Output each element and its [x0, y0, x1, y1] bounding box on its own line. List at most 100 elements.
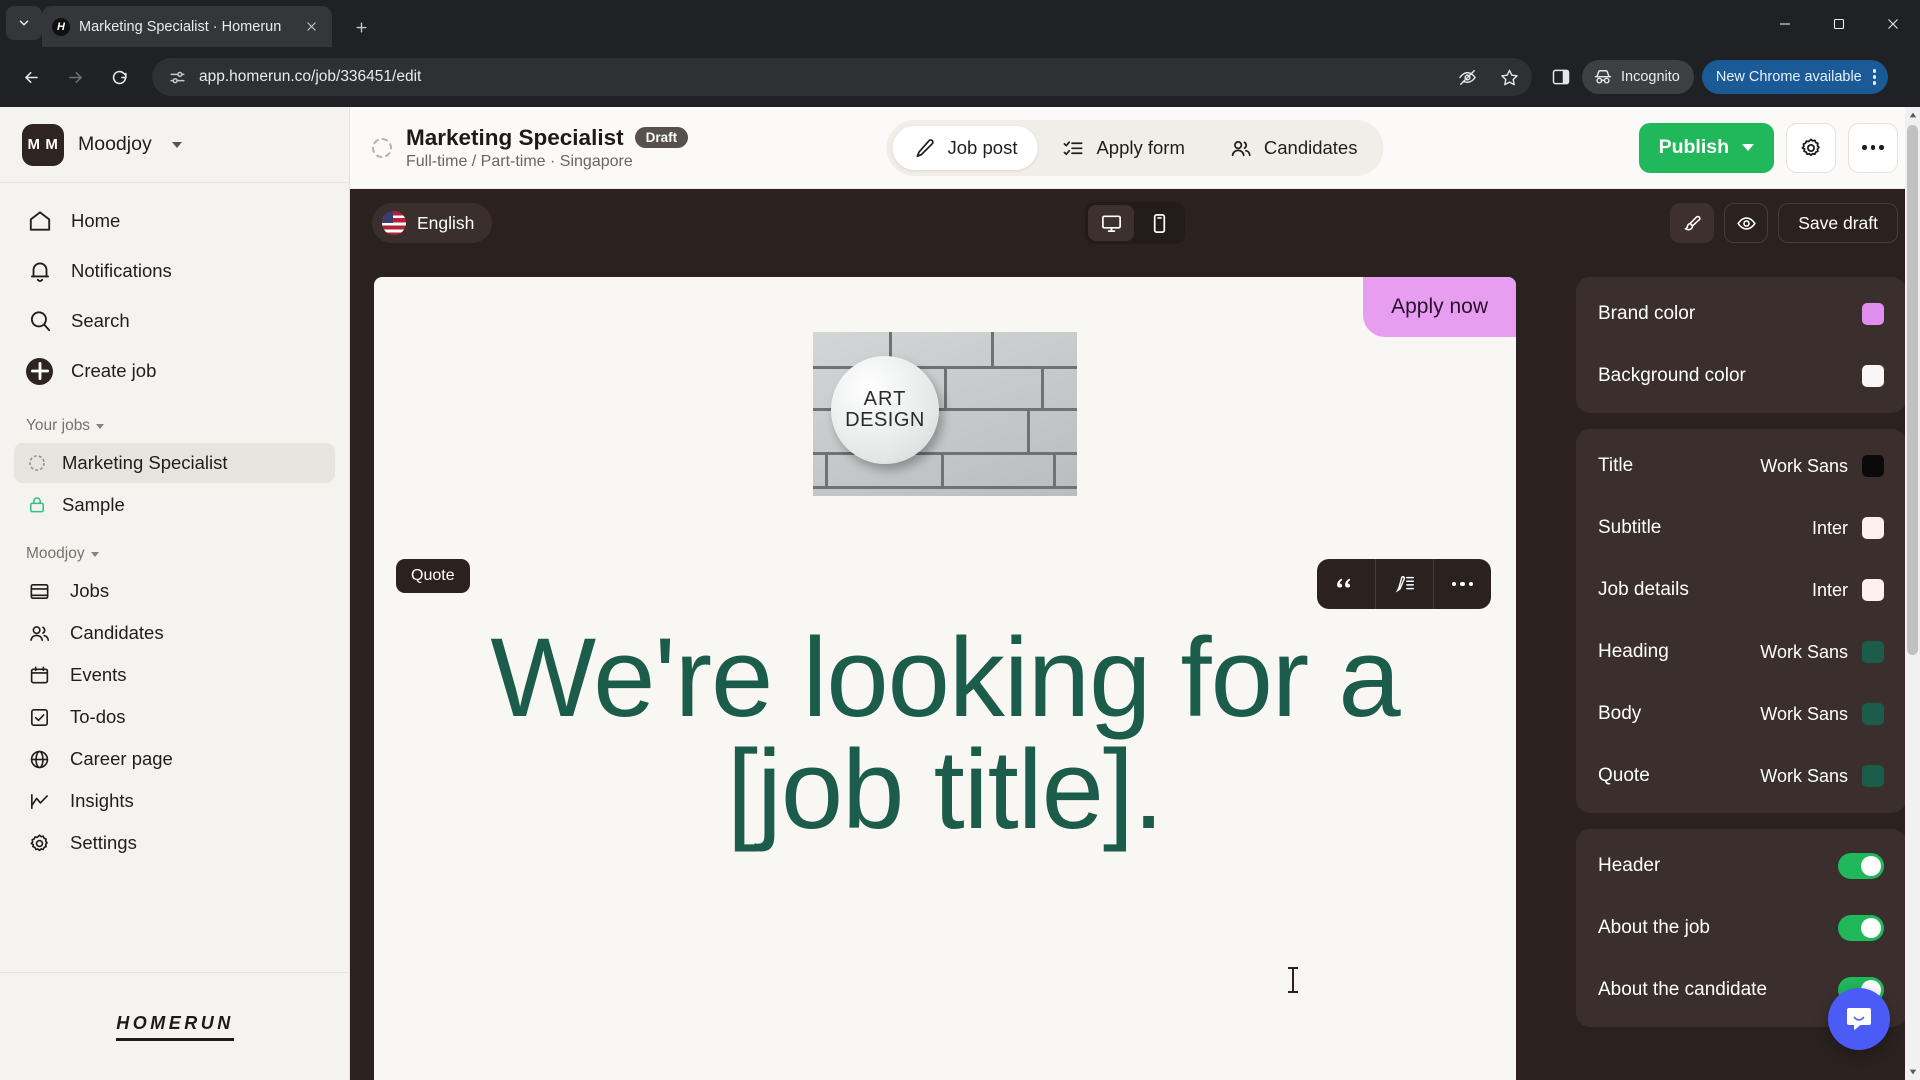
- checkbox-icon: [26, 704, 53, 731]
- ellipsis-icon: [1451, 581, 1474, 587]
- site-settings-icon[interactable]: [168, 68, 187, 87]
- org-avatar: M M: [22, 123, 64, 166]
- setting-body-font[interactable]: Body Work Sans: [1576, 683, 1906, 745]
- tab-candidates[interactable]: Candidates: [1209, 126, 1378, 170]
- desktop-preview-button[interactable]: [1088, 205, 1134, 241]
- browser-tab[interactable]: H Marketing Specialist · Homerun: [42, 6, 332, 47]
- preview-button[interactable]: [1724, 203, 1769, 243]
- board-icon: [26, 578, 53, 605]
- people-icon: [1229, 136, 1253, 160]
- sidebar-item-create-job[interactable]: Create job: [14, 349, 335, 393]
- quote-block-text[interactable]: We're looking for a [job title].: [424, 622, 1466, 846]
- chrome-update-button[interactable]: New Chrome available: [1701, 60, 1889, 94]
- page-scrollbar-thumb[interactable]: [1907, 125, 1918, 655]
- address-bar[interactable]: app.homerun.co/job/336451/edit: [152, 58, 1532, 96]
- block-type-tag: Quote: [396, 559, 470, 593]
- font-value: Inter: [1811, 517, 1848, 538]
- incognito-label: Incognito: [1621, 69, 1680, 85]
- design-settings-button[interactable]: [1670, 203, 1715, 243]
- new-tab-button[interactable]: [345, 11, 377, 43]
- publish-button[interactable]: Publish: [1638, 122, 1774, 173]
- setting-header-section[interactable]: Header: [1576, 835, 1906, 897]
- sidebar-item-events[interactable]: Events: [14, 655, 335, 695]
- ellipsis-icon: [1862, 145, 1884, 150]
- forward-button[interactable]: [58, 60, 92, 94]
- hero-image[interactable]: ART DESIGN: [813, 332, 1077, 496]
- browser-toolbar: app.homerun.co/job/336451/edit Incognito…: [0, 47, 1920, 107]
- calendar-icon: [26, 662, 53, 689]
- setting-quote-font[interactable]: Quote Work Sans: [1576, 745, 1906, 807]
- setting-brand-color[interactable]: Brand color: [1576, 283, 1906, 345]
- mobile-preview-button[interactable]: [1136, 205, 1182, 241]
- org-name: Moodjoy: [78, 133, 152, 155]
- sidebar-item-todos[interactable]: To-dos: [14, 697, 335, 737]
- text-style-button[interactable]: [1375, 559, 1433, 609]
- setting-title-font[interactable]: Title Work Sans: [1576, 435, 1906, 497]
- side-panel-button[interactable]: [1544, 60, 1578, 94]
- setting-label: About the job: [1598, 917, 1710, 938]
- setting-label: Quote: [1598, 765, 1650, 786]
- page-scrollbar[interactable]: [1905, 107, 1920, 1080]
- sidebar-item-label: Jobs: [70, 580, 110, 601]
- sidebar-item-candidates[interactable]: Candidates: [14, 613, 335, 653]
- sidebar-item-insights[interactable]: Insights: [14, 781, 335, 821]
- apply-now-button[interactable]: Apply now: [1363, 277, 1516, 337]
- scroll-down-arrow[interactable]: [1905, 1064, 1920, 1080]
- bookmark-star-icon[interactable]: [1494, 62, 1524, 92]
- sidebar-item-jobs[interactable]: Jobs: [14, 571, 335, 611]
- setting-label: Heading: [1598, 641, 1669, 662]
- title-color-swatch[interactable]: [1862, 455, 1884, 477]
- save-draft-button[interactable]: Save draft: [1778, 203, 1898, 243]
- your-jobs-section-header[interactable]: Your jobs: [0, 399, 349, 443]
- tab-apply-form[interactable]: Apply form: [1041, 126, 1204, 170]
- setting-job-details-font[interactable]: Job details Inter: [1576, 559, 1906, 621]
- job-subtitle: Full-time / Part-time · Singapore: [406, 152, 633, 170]
- lock-icon: [26, 495, 47, 516]
- block-more-button[interactable]: [1433, 559, 1491, 609]
- heading-color-swatch[interactable]: [1862, 641, 1884, 663]
- close-tab-icon[interactable]: [300, 16, 322, 38]
- setting-heading-font[interactable]: Heading Work Sans: [1576, 621, 1906, 683]
- tab-job-post[interactable]: Job post: [892, 126, 1038, 170]
- job-post-preview[interactable]: Apply now ART DESIGN Quote We're looking…: [374, 277, 1516, 1080]
- back-button[interactable]: [14, 60, 48, 94]
- reload-button[interactable]: [102, 60, 136, 94]
- org-switcher[interactable]: M M Moodjoy: [0, 107, 349, 183]
- sidebar-item-home[interactable]: Home: [14, 199, 335, 243]
- sidebar-job-marketing-specialist[interactable]: Marketing Specialist: [14, 443, 335, 483]
- more-options-button[interactable]: [1848, 122, 1898, 173]
- quote-style-button[interactable]: [1317, 559, 1375, 609]
- about-the-job-toggle[interactable]: [1838, 915, 1884, 941]
- header-section-toggle[interactable]: [1838, 853, 1884, 879]
- body-color-swatch[interactable]: [1862, 703, 1884, 725]
- sidebar-item-career-page[interactable]: Career page: [14, 739, 335, 779]
- language-selector[interactable]: English: [372, 203, 493, 243]
- incognito-indicator[interactable]: Incognito: [1582, 60, 1694, 94]
- sidebar: M M Moodjoy Home Notifications Search Cr…: [0, 107, 350, 1080]
- main-area: Marketing Specialist Draft Full-time / P…: [350, 107, 1920, 1080]
- tracking-protection-icon[interactable]: [1452, 62, 1482, 92]
- subtitle-color-swatch[interactable]: [1862, 517, 1884, 539]
- job-settings-button[interactable]: [1786, 122, 1836, 173]
- intercom-chat-button[interactable]: [1828, 988, 1890, 1050]
- scroll-up-arrow[interactable]: [1905, 107, 1920, 123]
- minimize-button[interactable]: [1758, 0, 1812, 47]
- brand-color-swatch[interactable]: [1862, 303, 1884, 325]
- close-window-button[interactable]: [1866, 0, 1920, 47]
- job-details-color-swatch[interactable]: [1862, 579, 1884, 601]
- sidebar-job-sample[interactable]: Sample: [14, 485, 335, 525]
- setting-subtitle-font[interactable]: Subtitle Inter: [1576, 497, 1906, 559]
- tab-search-button[interactable]: [6, 6, 42, 40]
- background-color-swatch[interactable]: [1862, 365, 1884, 387]
- quote-color-swatch[interactable]: [1862, 765, 1884, 787]
- chrome-menu-icon[interactable]: [1869, 69, 1881, 85]
- sidebar-item-notifications[interactable]: Notifications: [14, 249, 335, 293]
- sidebar-item-settings[interactable]: Settings: [14, 823, 335, 863]
- setting-about-the-job-section[interactable]: About the job: [1576, 897, 1906, 959]
- setting-background-color[interactable]: Background color: [1576, 345, 1906, 407]
- workspace-section-header[interactable]: Moodjoy: [0, 527, 349, 571]
- maximize-button[interactable]: [1812, 0, 1866, 47]
- url-text: app.homerun.co/job/336451/edit: [199, 68, 422, 85]
- setting-label: Brand color: [1598, 303, 1696, 324]
- sidebar-item-search[interactable]: Search: [14, 299, 335, 343]
